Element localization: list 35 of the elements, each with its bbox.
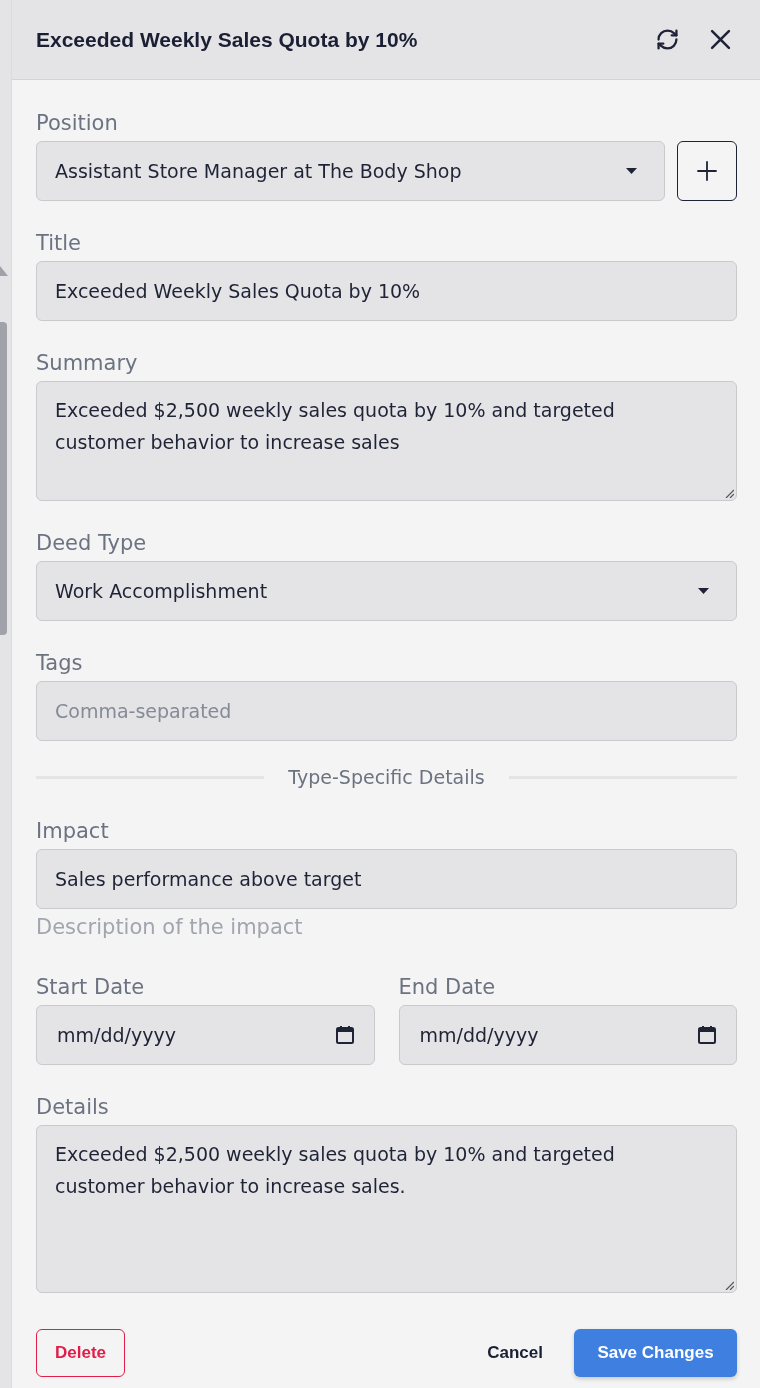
field-label: Tags — [36, 650, 84, 677]
section-heading: Type-Specific Details — [288, 766, 485, 788]
text-input[interactable]: Sales performance above target — [36, 849, 737, 909]
field-label: Impact — [36, 818, 110, 845]
save-button[interactable]: Save Changes — [574, 1329, 737, 1377]
date-input[interactable]: mm/dd/yyyy — [398, 1005, 737, 1065]
resize-handle-icon[interactable] — [725, 489, 734, 498]
calendar-icon — [698, 1026, 716, 1044]
add-button[interactable] — [677, 141, 737, 201]
refresh-icon — [657, 29, 678, 50]
field-label: Summary — [36, 350, 139, 377]
text-area[interactable]: Exceeded $2,500 weekly sales quota by 10% and targeted customer behavior to increase sales. — [36, 1125, 737, 1293]
dropdown[interactable]: Assistant Store Manager at The Body Shop — [36, 141, 665, 201]
plus-icon — [697, 161, 717, 181]
dropdown[interactable]: Work Accomplishment — [36, 561, 737, 621]
caret-icon — [698, 588, 709, 594]
delete-button[interactable]: Delete — [36, 1329, 126, 1377]
field-hint: Description of the impact — [36, 914, 304, 941]
field-label: Title — [36, 230, 82, 257]
caret-icon — [626, 168, 637, 174]
close-icon — [710, 29, 731, 50]
field-label: Start Date — [36, 974, 146, 1001]
resize-handle-icon[interactable] — [725, 1281, 734, 1290]
field-label: Deed Type — [36, 530, 148, 557]
scrollbar-thumb[interactable] — [0, 322, 7, 635]
text-input[interactable]: Exceeded Weekly Sales Quota by 10% — [36, 261, 737, 321]
date-input[interactable]: mm/dd/yyyy — [36, 1005, 375, 1065]
field-label: Details — [36, 1094, 110, 1121]
text-area[interactable]: Exceeded $2,500 weekly sales quota by 10% and targeted customer behavior to increase sales — [36, 381, 737, 501]
triangle-icon — [0, 266, 8, 276]
panel-title: Exceeded Weekly Sales Quota by 10% — [36, 27, 419, 52]
field-label: Position — [36, 110, 119, 137]
field-label: End Date — [398, 974, 497, 1001]
calendar-icon — [335, 1026, 354, 1044]
cancel-button[interactable]: Cancel — [471, 1329, 559, 1377]
